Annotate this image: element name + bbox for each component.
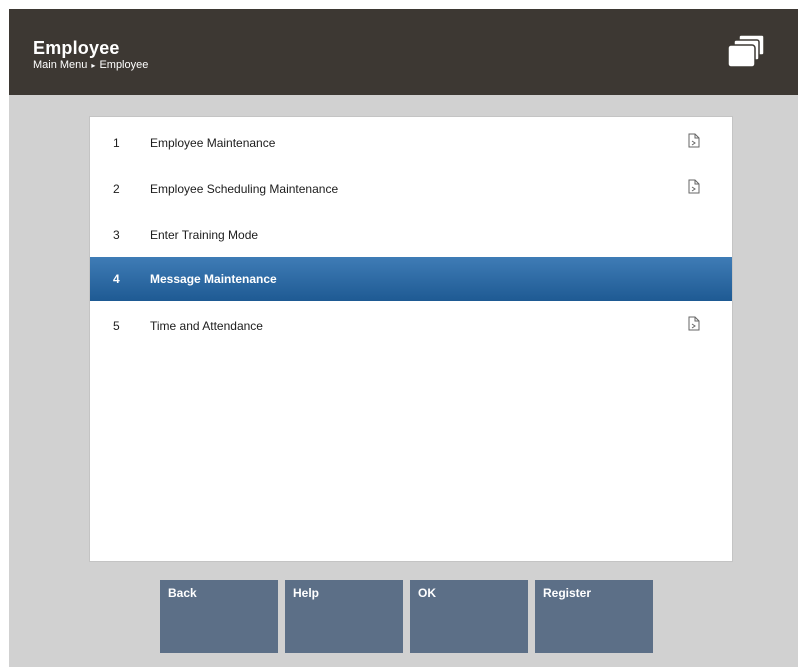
menu-item-label: Message Maintenance bbox=[150, 272, 277, 286]
back-button[interactable]: Back bbox=[160, 580, 278, 653]
breadcrumb: Main Menu ▸ Employee bbox=[33, 59, 148, 71]
register-button[interactable]: Register bbox=[535, 580, 653, 653]
menu-item-enter-training-mode[interactable]: 3 Enter Training Mode bbox=[90, 213, 732, 257]
window-stack-icon[interactable] bbox=[726, 33, 768, 69]
menu-item-number: 4 bbox=[113, 272, 120, 286]
menu-item-number: 5 bbox=[113, 319, 120, 333]
app-frame: Employee Main Menu ▸ Employee 1 Employee… bbox=[9, 9, 798, 667]
submenu-document-icon bbox=[687, 133, 701, 149]
help-button[interactable]: Help bbox=[285, 580, 403, 653]
submenu-document-icon bbox=[687, 316, 701, 332]
menu-item-number: 3 bbox=[113, 228, 120, 242]
header-bar: Employee Main Menu ▸ Employee bbox=[9, 9, 798, 95]
submenu-document-icon bbox=[687, 179, 701, 195]
menu-list: 1 Employee Maintenance 2 Employee Schedu… bbox=[89, 116, 733, 562]
menu-item-label: Employee Maintenance bbox=[150, 136, 276, 150]
menu-item-number: 2 bbox=[113, 182, 120, 196]
menu-item-employee-maintenance[interactable]: 1 Employee Maintenance bbox=[90, 121, 732, 165]
menu-item-label: Enter Training Mode bbox=[150, 228, 259, 242]
menu-item-label: Time and Attendance bbox=[150, 319, 263, 333]
breadcrumb-item-employee: Employee bbox=[99, 59, 149, 71]
menu-item-number: 1 bbox=[113, 136, 120, 150]
menu-item-employee-scheduling-maintenance[interactable]: 2 Employee Scheduling Maintenance bbox=[90, 167, 732, 211]
breadcrumb-item-main-menu[interactable]: Main Menu bbox=[33, 59, 87, 71]
breadcrumb-separator: ▸ bbox=[91, 60, 96, 70]
menu-item-time-and-attendance[interactable]: 5 Time and Attendance bbox=[90, 304, 732, 348]
page-title: Employee bbox=[33, 38, 120, 58]
menu-item-message-maintenance[interactable]: 4 Message Maintenance bbox=[90, 257, 732, 301]
ok-button[interactable]: OK bbox=[410, 580, 528, 653]
menu-item-label: Employee Scheduling Maintenance bbox=[150, 182, 339, 196]
